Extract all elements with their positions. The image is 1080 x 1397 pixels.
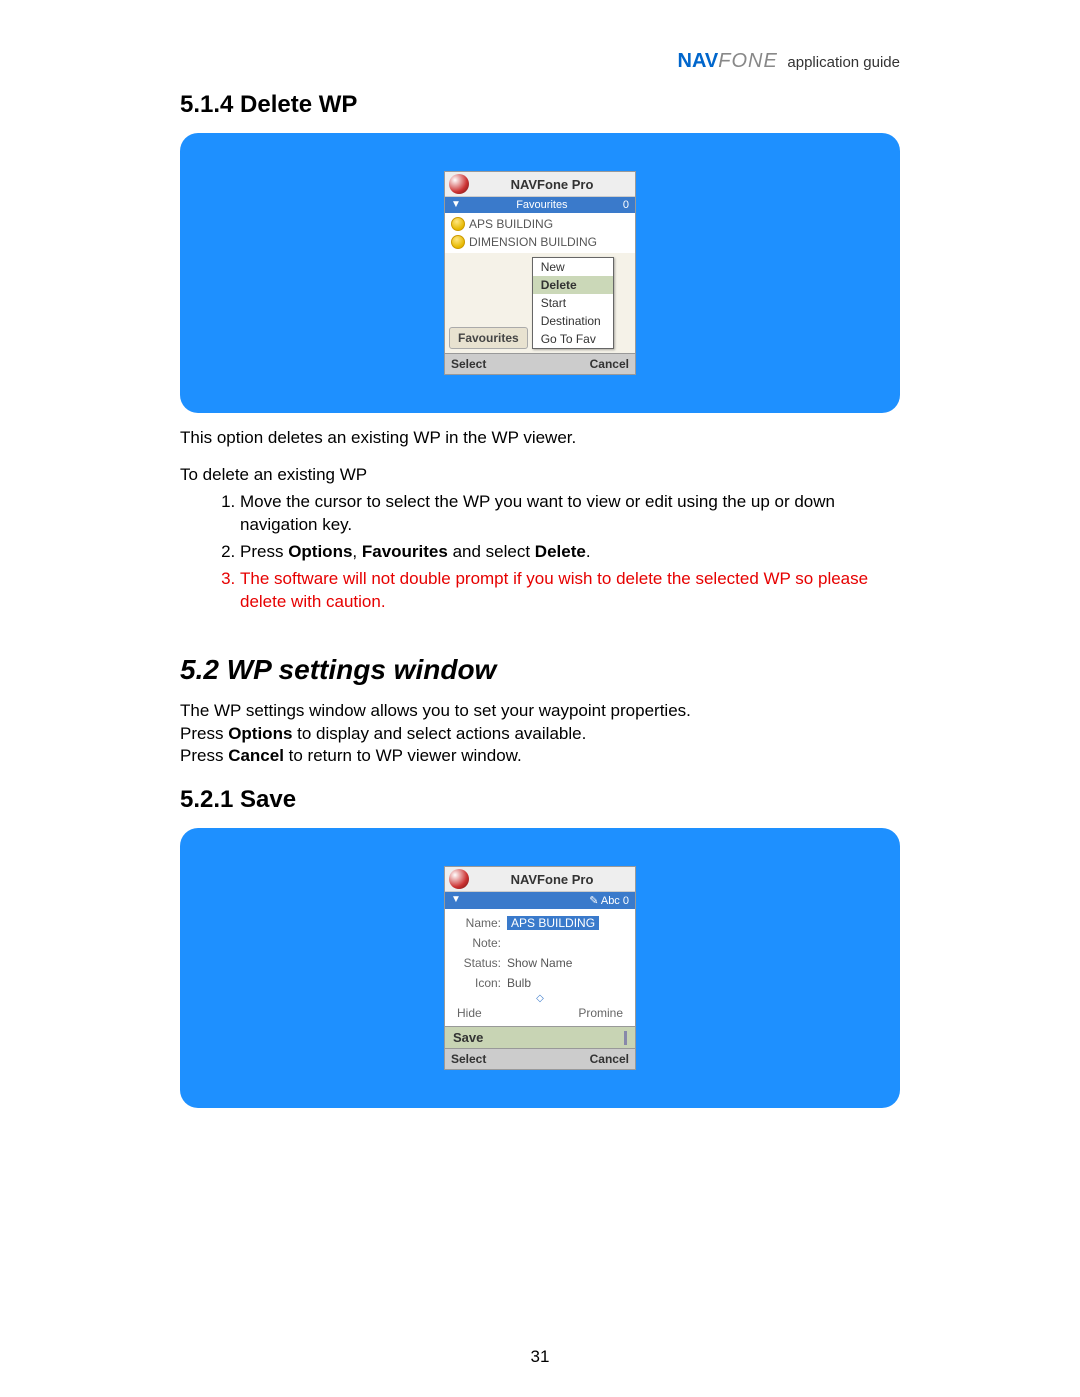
bulb-icon — [451, 235, 465, 249]
softkey-select[interactable]: Select — [451, 357, 486, 371]
heading-save: 5.2.1 Save — [180, 786, 900, 814]
softkey-select[interactable]: Select — [451, 1052, 486, 1066]
heading-wp-settings: 5.2 WP settings window — [180, 654, 900, 686]
para-delete-desc: This option deletes an existing WP in th… — [180, 427, 900, 450]
softkey-cancel[interactable]: Cancel — [590, 357, 629, 371]
heading-delete-wp: 5.1.4 Delete WP — [180, 91, 900, 119]
field-icon[interactable]: Icon: Bulb — [445, 973, 635, 993]
bar-count: 0 — [623, 199, 629, 211]
brand-logo: NAVFONE — [678, 50, 784, 72]
bulb-icon — [451, 217, 465, 231]
field-name[interactable]: Name: APS BUILDING — [445, 913, 635, 933]
context-menu: New Delete Start Destination Go To Fav — [532, 257, 614, 349]
para-cancel: Press Cancel to return to WP viewer wind… — [180, 745, 900, 768]
favourites-button[interactable]: Favourites — [449, 327, 528, 349]
field-status[interactable]: Status: Show Name — [445, 953, 635, 973]
field-note[interactable]: Note: — [445, 933, 635, 953]
list-item[interactable]: APS BUILDING — [445, 215, 635, 233]
list-item[interactable]: DIMENSION BUILDING — [445, 233, 635, 251]
step-2: Press Options, Favourites and select Del… — [240, 541, 900, 564]
app-title: NAVFone Pro — [473, 872, 631, 887]
screenshot-frame-delete: NAVFone Pro ▼ Favourites 0 APS BUILDING … — [180, 133, 900, 413]
para-options: Press Options to display and select acti… — [180, 723, 900, 746]
menu-item-destination[interactable]: Destination — [533, 312, 613, 330]
hide-label[interactable]: Hide — [457, 1006, 482, 1020]
input-mode: ✎ Abc 0 — [589, 894, 629, 907]
header-subtitle: application guide — [787, 54, 900, 71]
app-logo-icon — [449, 869, 469, 889]
signal-icon: ▼ — [451, 894, 461, 907]
para-delete-intro: To delete an existing WP — [180, 464, 900, 487]
softkey-cancel[interactable]: Cancel — [590, 1052, 629, 1066]
logo-nav: NAV — [678, 50, 719, 72]
logo-fone: FONE — [718, 50, 778, 72]
para-settings-desc: The WP settings window allows you to set… — [180, 700, 900, 723]
signal-icon: ▼ — [451, 199, 461, 211]
phone-mock-save: NAVFone Pro ▼ ✎ Abc 0 Name: APS BUILDING… — [444, 866, 636, 1070]
screenshot-frame-save: NAVFone Pro ▼ ✎ Abc 0 Name: APS BUILDING… — [180, 828, 900, 1108]
bar-title: Favourites — [516, 199, 567, 211]
page-number: 31 — [0, 1347, 1080, 1367]
promine-label[interactable]: Promine — [578, 1006, 623, 1020]
menu-item-new[interactable]: New — [533, 258, 613, 276]
phone-mock-delete: NAVFone Pro ▼ Favourites 0 APS BUILDING … — [444, 171, 636, 375]
scrollbar[interactable] — [624, 1031, 627, 1045]
menu-item-start[interactable]: Start — [533, 294, 613, 312]
divider-icon: ◇ — [445, 993, 635, 1004]
step-3-warning: The software will not double prompt if y… — [240, 568, 900, 614]
step-1: Move the cursor to select the WP you wan… — [240, 491, 900, 537]
menu-item-gotofav[interactable]: Go To Fav — [533, 330, 613, 348]
menu-item-delete[interactable]: Delete — [533, 276, 613, 294]
waypoint-list: APS BUILDING DIMENSION BUILDING — [445, 213, 635, 253]
page-header: NAVFONE application guide — [180, 50, 900, 73]
app-logo-icon — [449, 174, 469, 194]
save-button[interactable]: Save — [453, 1030, 483, 1045]
delete-steps: Move the cursor to select the WP you wan… — [180, 491, 900, 614]
name-value: APS BUILDING — [507, 916, 599, 930]
app-title: NAVFone Pro — [473, 177, 631, 192]
